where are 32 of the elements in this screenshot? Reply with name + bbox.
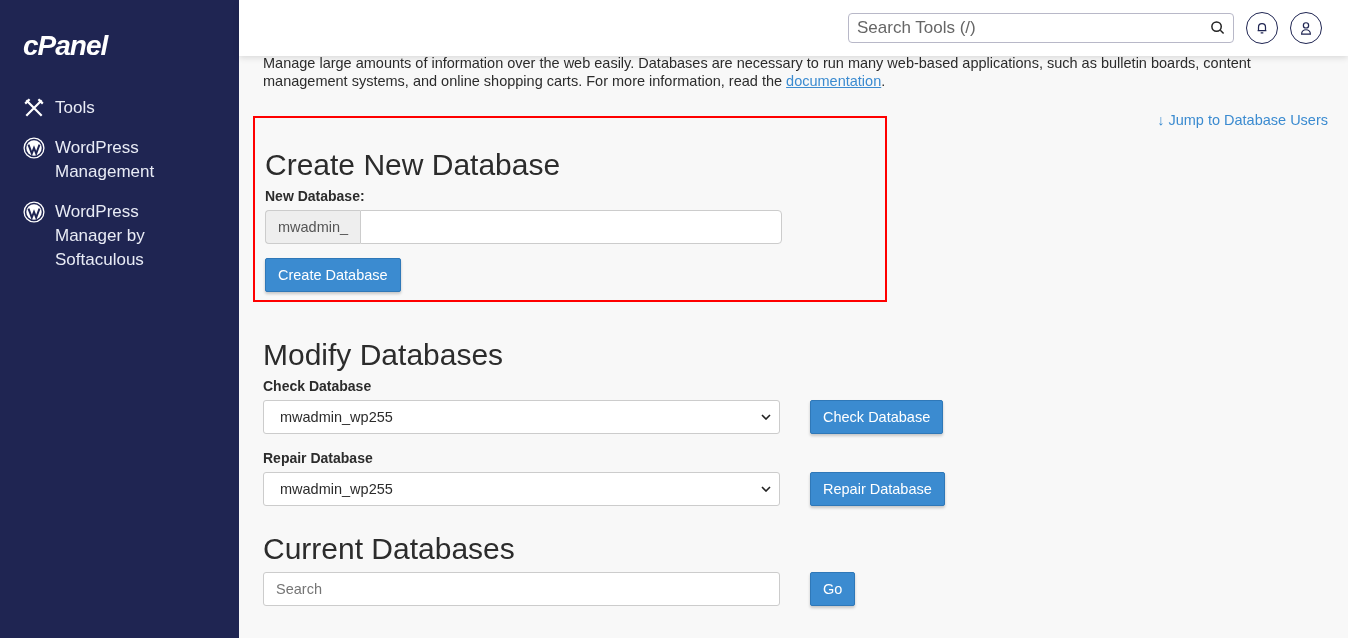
sidebar-item[interactable]: WordPress Manager by Softaculous bbox=[23, 200, 173, 272]
intro-paragraph: Manage large amounts of information over the web easily. Databases are necessary to run many web-based applications, such as bulletin boards, content management systems, and online shopping carts. For more information, read the documentation. bbox=[263, 54, 1252, 90]
section-title: Create New Database bbox=[265, 148, 562, 182]
database-dropdown[interactable]: mwadmin_wp255 bbox=[263, 472, 780, 506]
field-label: Check Database bbox=[263, 378, 373, 394]
action-button[interactable]: Repair Database bbox=[810, 472, 945, 506]
sidebar-item[interactable]: Tools bbox=[23, 96, 173, 120]
search-field[interactable]: Search Tools (/) bbox=[848, 13, 1234, 43]
user-button[interactable] bbox=[1290, 12, 1322, 44]
field-label: Repair Database bbox=[263, 450, 374, 466]
chevron-down-icon bbox=[761, 414, 771, 420]
search-field[interactable]: Search bbox=[263, 572, 780, 606]
action-button[interactable]: Check Database bbox=[810, 400, 944, 434]
user-icon bbox=[1299, 21, 1313, 35]
section-title: Current Databases bbox=[263, 532, 516, 566]
section-title: Modify Databases bbox=[263, 338, 505, 372]
notifications-button[interactable] bbox=[1246, 12, 1278, 44]
wordpress-icon bbox=[23, 137, 45, 159]
create-database-button[interactable]: Create Database bbox=[265, 258, 401, 292]
prefix-addon: mwadmin_ bbox=[265, 210, 361, 244]
sidebar-item[interactable]: WordPress Management bbox=[23, 136, 173, 184]
input-field[interactable] bbox=[360, 210, 782, 244]
bell-icon bbox=[1255, 21, 1269, 35]
field-label: New Database: bbox=[265, 188, 366, 204]
chevron-down-icon bbox=[761, 486, 771, 492]
jump-link[interactable]: ↓ Jump to Database Users bbox=[1157, 112, 1328, 128]
tools-icon bbox=[23, 97, 45, 119]
search-icon bbox=[1210, 20, 1225, 35]
database-dropdown[interactable]: mwadmin_wp255 bbox=[263, 400, 780, 434]
cpanel-logo[interactable]: cPanel bbox=[23, 30, 108, 62]
wordpress-icon bbox=[23, 201, 45, 223]
go-button[interactable]: Go bbox=[810, 572, 856, 606]
